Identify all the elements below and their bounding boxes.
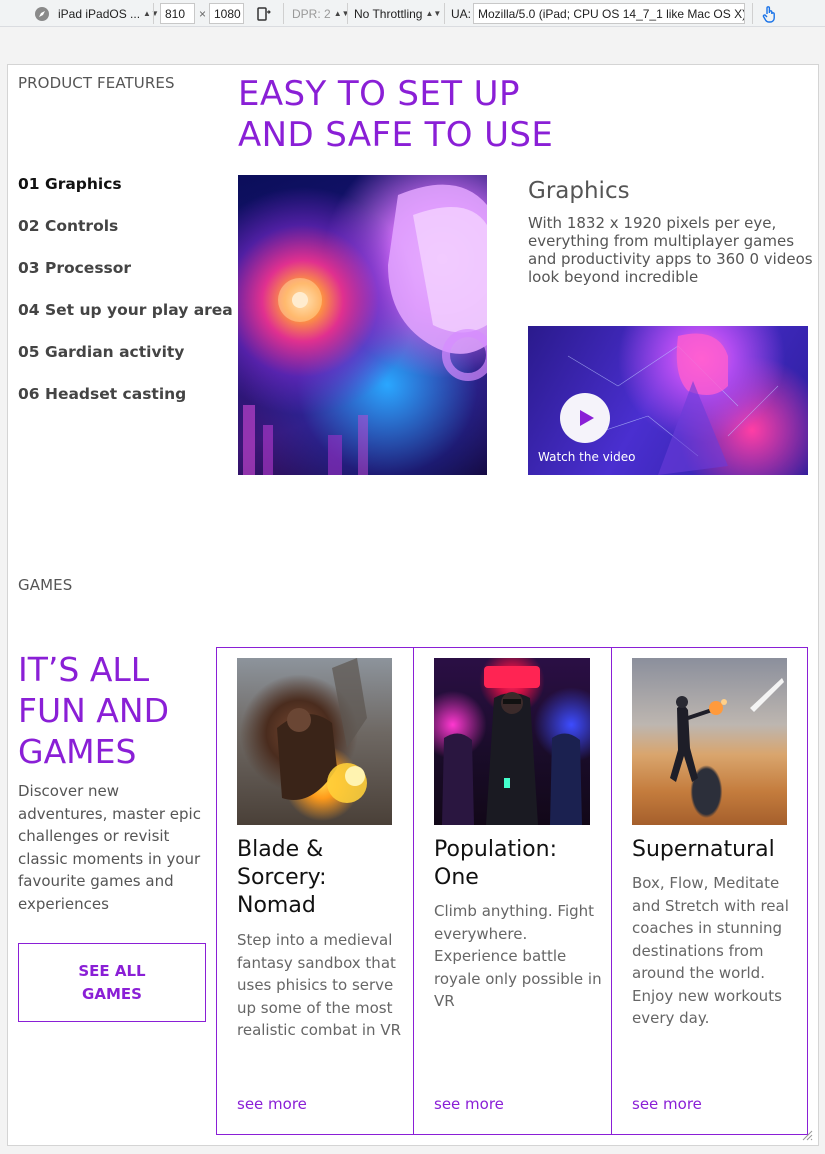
user-agent-input[interactable]: Mozilla/5.0 (iPad; CPU OS 14_7_1 like Ma… [473, 3, 745, 24]
game-card-supernatural[interactable]: Supernatural Box, Flow, Meditate and Str… [611, 647, 808, 1135]
chevron-updown-icon: ▲▼ [143, 9, 159, 18]
compass-icon[interactable] [33, 3, 51, 24]
feature-item-casting[interactable]: 06 Headset casting [18, 385, 186, 403]
game-title-supernatural: Supernatural [632, 837, 775, 862]
feature-item-graphics[interactable]: 01 Graphics [18, 175, 122, 193]
graphics-description: With 1832 x 1920 pixels per eye, everyth… [528, 214, 813, 286]
game-desc-population-one: Climb anything. Fight everywhere. Experi… [434, 902, 602, 1010]
features-headline-line1: EASY TO SET UP [238, 74, 520, 114]
dpr-label: DPR: 2 [292, 6, 331, 21]
feature-item-play-area[interactable]: 04 Set up your play area [18, 301, 233, 319]
see-all-games-label: SEE ALL GAMES [78, 960, 145, 1006]
game-image-supernatural-art [670, 678, 784, 782]
dpr-select[interactable]: DPR: 2 ▲▼ [292, 3, 350, 24]
game-image-population-one-art [442, 666, 582, 825]
feature-list: 01 Graphics 02 Controls 03 Processor 04 … [18, 175, 233, 415]
games-headline-line1: IT’S ALL [18, 650, 150, 689]
game-desc-supernatural: Box, Flow, Meditate and Stretch with rea… [632, 874, 789, 1027]
feature-item-processor[interactable]: 03 Processor [18, 259, 131, 277]
resize-handle-icon[interactable] [801, 1129, 813, 1141]
touch-icon[interactable] [760, 3, 778, 24]
play-icon [580, 410, 594, 426]
game-image-population-one [434, 658, 590, 825]
see-more-link-blade-sorcery[interactable]: see more [237, 1095, 307, 1113]
toolbar-divider [283, 3, 284, 24]
game-image-blade-sorcery [237, 658, 392, 825]
graphics-title: Graphics [528, 178, 630, 204]
video-thumbnail[interactable]: Watch the video [528, 326, 808, 475]
toolbar-divider [444, 3, 445, 24]
graphics-image-art [243, 184, 487, 475]
toolbar-divider [153, 3, 154, 24]
games-headline-line3: GAMES [18, 732, 137, 771]
game-title-population-one: Population: One [434, 837, 557, 890]
features-headline: EASY TO SET UP AND SAFE TO USE [238, 74, 553, 156]
features-headline-line2: AND SAFE TO USE [238, 115, 554, 155]
see-more-link-supernatural[interactable]: see more [632, 1095, 702, 1113]
device-select-label: iPad iPadOS ... [58, 6, 141, 21]
dimension-times: × [199, 6, 207, 21]
device-toolbar: iPad iPadOS ... ▲▼ 810 × 1080 DPR: 2 ▲▼ No… [0, 0, 825, 27]
see-all-games-button[interactable]: SEE ALL GAMES [18, 943, 206, 1022]
games-lead-text: Discover new adventures, master epic cha… [18, 782, 201, 913]
width-input[interactable]: 810 [160, 3, 195, 24]
page-viewport: PRODUCT FEATURES EASY TO SET UP AND SAFE… [7, 64, 819, 1146]
game-card-blade-sorcery[interactable]: Blade & Sorcery: Nomad Step into a medie… [216, 647, 414, 1135]
height-input[interactable]: 1080 [209, 3, 244, 24]
game-title-blade-sorcery: Blade & Sorcery: Nomad [237, 837, 327, 918]
toolbar-divider [347, 3, 348, 24]
games-eyebrow: GAMES [18, 576, 73, 594]
see-all-line2: GAMES [82, 984, 142, 1003]
game-image-blade-sorcery-art [277, 658, 367, 803]
features-eyebrow: PRODUCT FEATURES [18, 74, 175, 92]
game-desc-blade-sorcery: Step into a medieval fantasy sandbox tha… [237, 931, 401, 1039]
feature-item-gardian[interactable]: 05 Gardian activity [18, 343, 184, 361]
rotate-icon[interactable] [254, 3, 272, 24]
game-image-supernatural [632, 658, 787, 825]
throttling-label: No Throttling [354, 6, 423, 21]
chevron-updown-icon: ▲▼ [425, 9, 442, 18]
see-more-link-population-one[interactable]: see more [434, 1095, 504, 1113]
graphics-image [238, 175, 487, 475]
game-card-population-one[interactable]: Population: One Climb anything. Fight ev… [413, 647, 612, 1135]
device-select[interactable]: iPad iPadOS ... ▲▼ [58, 3, 159, 24]
watch-video-label: Watch the video [538, 450, 636, 464]
see-all-line1: SEE ALL [78, 961, 146, 980]
feature-item-controls[interactable]: 02 Controls [18, 217, 118, 235]
games-headline-line2: FUN AND [18, 691, 169, 730]
play-button[interactable] [560, 393, 610, 443]
toolbar-divider [752, 3, 753, 24]
ua-label: UA: [451, 6, 472, 21]
games-headline: IT’S ALL FUN AND GAMES [18, 649, 169, 772]
throttling-select[interactable]: No Throttling ▲▼ [354, 3, 441, 24]
